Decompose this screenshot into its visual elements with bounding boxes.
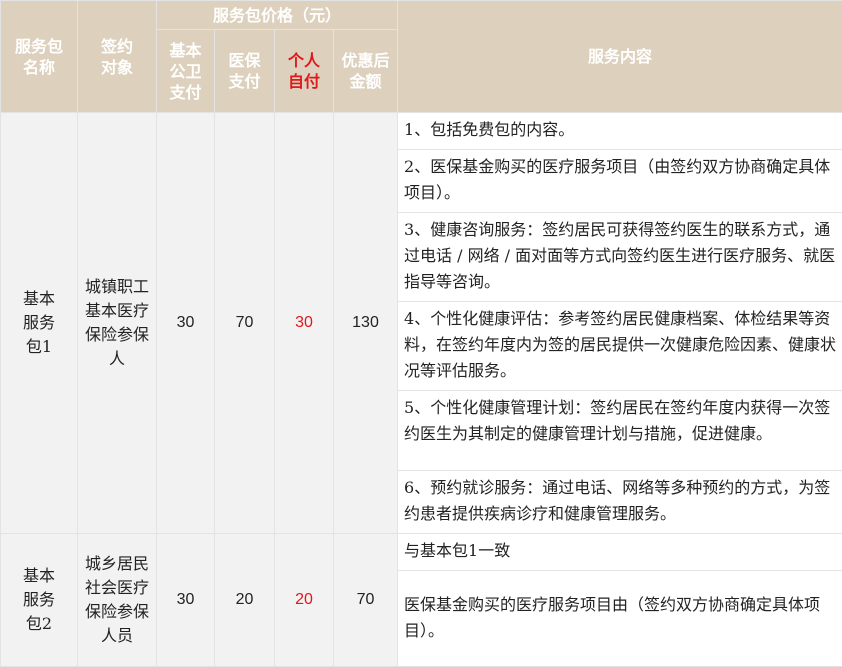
- package-2-service-item: 医保基金购买的医疗服务项目由（签约双方协商确定具体项目）。: [397, 570, 842, 667]
- header-medical-insurance: 医保 支付: [214, 29, 275, 113]
- package-1-name: 基本 服务 包1: [0, 112, 78, 534]
- package-2-target: 城乡居民 社会医疗 保险参保 人员: [77, 533, 157, 667]
- package-1-service-item: 1、包括免费包的内容。: [397, 112, 842, 150]
- package-1-medical-insurance: 70: [214, 112, 275, 534]
- header-target: 签约 对象: [77, 0, 157, 113]
- header-package-name: 服务包 名称: [0, 0, 78, 113]
- header-price-group: 服务包价格（元）: [155, 0, 399, 30]
- package-1-service-item: 4、个性化健康评估：参考签约居民健康档案、体检结果等资料，在签约年度内为签的居民…: [397, 301, 842, 391]
- package-1-self-pay: 30: [274, 112, 334, 534]
- package-1-service-item: 3、健康咨询服务：签约居民可获得签约医生的联系方式，通过电话 / 网络 / 面对…: [397, 212, 842, 302]
- header-service-content: 服务内容: [397, 0, 842, 113]
- package-1-basic-public-health: 30: [156, 112, 215, 534]
- package-2-basic-public-health: 30: [156, 533, 215, 667]
- package-2-discounted-total: 70: [332, 533, 399, 667]
- package-1-discounted-total: 130: [332, 112, 399, 534]
- package-1-service-item: 6、预约就诊服务：通过电话、网络等多种预约的方式，为签约患者提供疾病诊疗和健康管…: [397, 470, 842, 534]
- package-1-service-item: 5、个性化健康管理计划：签约居民在签约年度内获得一次签约医生为其制定的健康管理计…: [397, 390, 842, 471]
- package-1-target: 城镇职工 基本医疗 保险参保 人: [77, 112, 157, 534]
- package-1-service-item: 2、医保基金购买的医疗服务项目（由签约双方协商确定具体项目）。: [397, 149, 842, 213]
- header-basic-public-health: 基本 公卫 支付: [156, 29, 215, 113]
- package-2-service-item: 与基本包1一致: [397, 533, 842, 571]
- package-2-self-pay: 20: [274, 533, 334, 667]
- package-2-name: 基本 服务 包2: [0, 533, 78, 667]
- package-2-medical-insurance: 20: [214, 533, 275, 667]
- header-self-pay: 个人 自付: [274, 29, 334, 113]
- service-package-table: 服务包 名称 签约 对象 服务包价格（元） 服务内容 基本 公卫 支付 医保 支…: [0, 0, 842, 667]
- header-discounted-total: 优惠后 金额: [332, 29, 399, 113]
